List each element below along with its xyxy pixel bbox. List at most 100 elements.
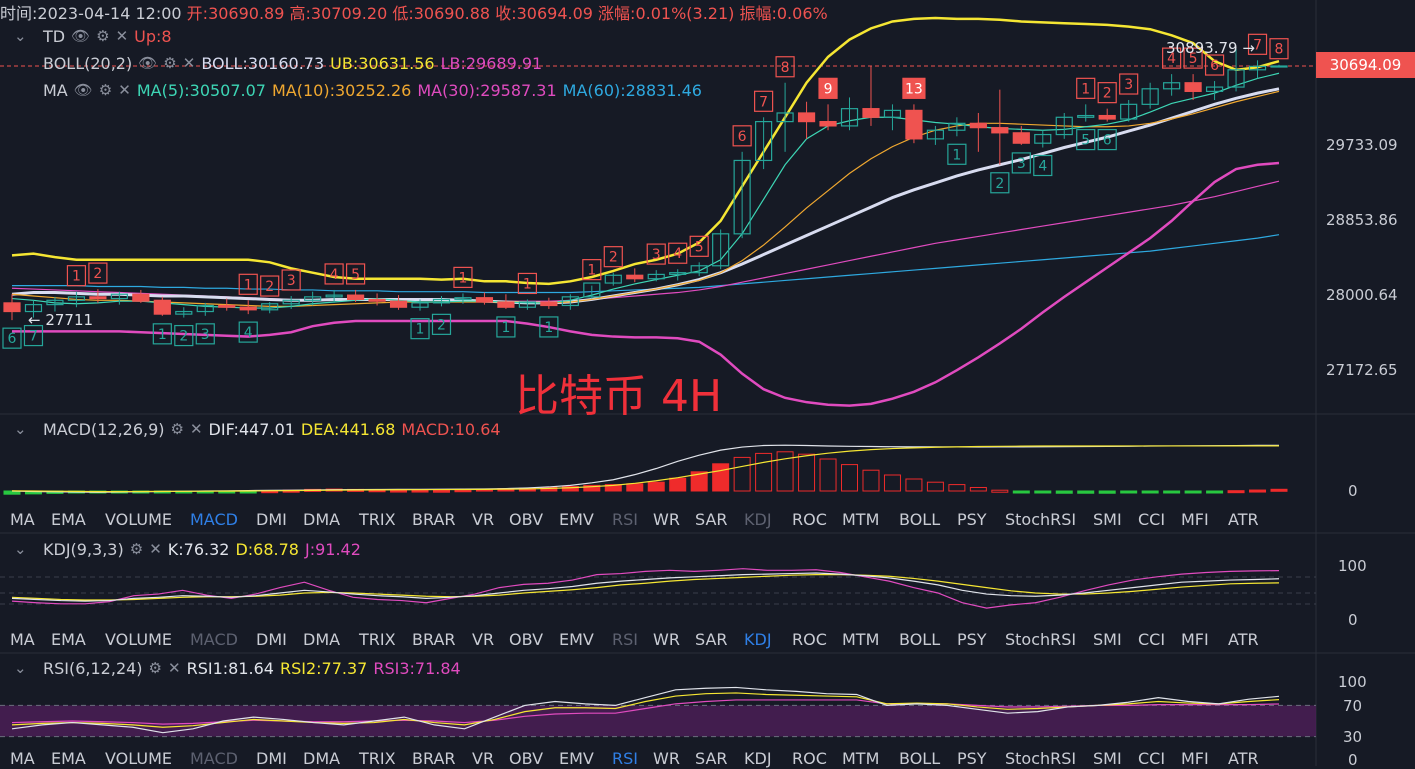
tab-boll[interactable]: BOLL [899,749,940,768]
tab-ma[interactable]: MA [10,749,35,768]
settings-icon[interactable]: ⚙ [149,659,162,677]
tab-atr[interactable]: ATR [1228,510,1259,529]
tab-mtm[interactable]: MTM [842,630,879,649]
td-count-label: 1 [72,269,81,285]
tab-volume[interactable]: VOLUME [105,630,172,649]
tab-stochrsi[interactable]: StochRSI [1005,510,1076,529]
tab-volume[interactable]: VOLUME [105,749,172,768]
tab-brar[interactable]: BRAR [412,630,456,649]
tab-stochrsi[interactable]: StochRSI [1005,749,1076,768]
tab-cci[interactable]: CCI [1138,749,1165,768]
settings-icon[interactable]: ⚙ [163,54,176,72]
td-count-label: 1 [544,320,553,336]
tab-emv[interactable]: EMV [559,749,594,768]
tab-sar[interactable]: SAR [695,749,728,768]
collapse-chevron-icon[interactable]: ⌄ [14,659,27,677]
tab-wr[interactable]: WR [653,749,680,768]
eye-icon[interactable]: 👁︎ [138,54,157,72]
tab-mfi[interactable]: MFI [1181,510,1209,529]
tab-cci[interactable]: CCI [1138,510,1165,529]
tab-roc[interactable]: ROC [792,630,827,649]
tab-emv[interactable]: EMV [559,510,594,529]
tab-obv[interactable]: OBV [509,510,543,529]
tab-macd[interactable]: MACD [190,510,238,529]
tab-obv[interactable]: OBV [509,630,543,649]
tab-rsi[interactable]: RSI [612,749,638,768]
settings-icon[interactable]: ⚙ [130,540,143,558]
tab-dmi[interactable]: DMI [256,749,287,768]
close-icon[interactable]: ✕ [149,540,162,558]
eye-icon[interactable]: 👁︎ [74,81,93,99]
settings-icon[interactable]: ⚙ [99,81,112,99]
tab-macd[interactable]: MACD [190,630,238,649]
tab-atr[interactable]: ATR [1228,749,1259,768]
tab-psy[interactable]: PSY [957,630,987,649]
tab-trix[interactable]: TRIX [359,510,396,529]
tab-vr[interactable]: VR [472,510,494,529]
tab-smi[interactable]: SMI [1093,510,1122,529]
tab-stochrsi[interactable]: StochRSI [1005,630,1076,649]
tab-atr[interactable]: ATR [1228,630,1259,649]
macd-histogram-bar [1227,490,1245,494]
tab-wr[interactable]: WR [653,510,680,529]
tab-ema[interactable]: EMA [51,510,86,529]
collapse-chevron-icon[interactable]: ⌄ [14,27,27,45]
tab-psy[interactable]: PSY [957,510,987,529]
tab-ma[interactable]: MA [10,510,35,529]
collapse-chevron-icon[interactable]: ⌄ [14,540,27,558]
tab-brar[interactable]: BRAR [412,510,456,529]
tab-mtm[interactable]: MTM [842,749,879,768]
tab-dma[interactable]: DMA [303,749,340,768]
td-count-label: 8 [781,60,790,76]
tab-macd[interactable]: MACD [190,749,238,768]
tab-boll[interactable]: BOLL [899,630,940,649]
collapse-chevron-icon[interactable]: ⌄ [14,420,27,438]
close-icon[interactable]: ✕ [183,54,196,72]
tab-trix[interactable]: TRIX [359,630,396,649]
tab-roc[interactable]: ROC [792,749,827,768]
settings-icon[interactable]: ⚙ [171,420,184,438]
tab-mfi[interactable]: MFI [1181,749,1209,768]
eye-icon[interactable]: 👁︎ [71,27,90,45]
tab-ema[interactable]: EMA [51,630,86,649]
tab-rsi[interactable]: RSI [612,630,638,649]
tab-emv[interactable]: EMV [559,630,594,649]
candle-body [1184,82,1202,92]
tab-cci[interactable]: CCI [1138,630,1165,649]
close-icon[interactable]: ✕ [116,27,129,45]
tab-dma[interactable]: DMA [303,510,340,529]
header-amplitude: 振幅:0.06% [739,4,828,23]
tab-dma[interactable]: DMA [303,630,340,649]
tab-volume[interactable]: VOLUME [105,510,172,529]
tab-mtm[interactable]: MTM [842,510,879,529]
tab-kdj[interactable]: KDJ [744,510,772,529]
close-icon[interactable]: ✕ [118,81,131,99]
tab-rsi[interactable]: RSI [612,510,638,529]
tab-ema[interactable]: EMA [51,749,86,768]
tab-ma[interactable]: MA [10,630,35,649]
tab-dmi[interactable]: DMI [256,510,287,529]
tab-vr[interactable]: VR [472,749,494,768]
tab-kdj[interactable]: KDJ [744,749,772,768]
settings-icon[interactable]: ⚙ [96,27,109,45]
tab-smi[interactable]: SMI [1093,749,1122,768]
tab-vr[interactable]: VR [472,630,494,649]
tab-kdj[interactable]: KDJ [744,630,772,649]
tab-smi[interactable]: SMI [1093,630,1122,649]
close-icon[interactable]: ✕ [168,659,181,677]
tab-obv[interactable]: OBV [509,749,543,768]
tab-boll[interactable]: BOLL [899,510,940,529]
tab-sar[interactable]: SAR [695,630,728,649]
tab-psy[interactable]: PSY [957,749,987,768]
tab-trix[interactable]: TRIX [359,749,396,768]
tab-wr[interactable]: WR [653,630,680,649]
tab-mfi[interactable]: MFI [1181,630,1209,649]
tab-sar[interactable]: SAR [695,510,728,529]
y-tick-label: 100 [1338,557,1367,575]
tab-dmi[interactable]: DMI [256,630,287,649]
tab-roc[interactable]: ROC [792,510,827,529]
tab-brar[interactable]: BRAR [412,749,456,768]
td-count-label: 8 [1275,42,1284,58]
boll-lb-value: LB:29689.91 [440,53,543,73]
close-icon[interactable]: ✕ [190,420,203,438]
